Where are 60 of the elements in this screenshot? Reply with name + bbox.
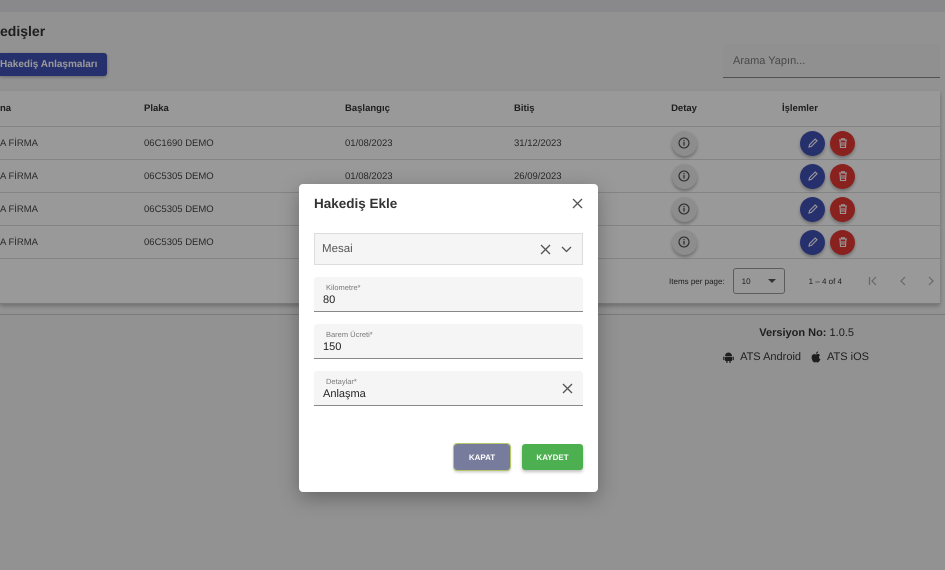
app-link[interactable]: ATS iOS	[811, 351, 869, 363]
app-link[interactable]: ATS Android	[723, 351, 802, 363]
column-header: Bitiş	[514, 103, 535, 114]
table-cell: A FİRMA	[0, 138, 38, 148]
page-size-select[interactable]: 10	[732, 268, 785, 294]
detail-button[interactable]	[672, 230, 696, 254]
page-size-label: Items per page:	[669, 276, 725, 286]
pencil-icon	[806, 236, 818, 248]
pencil-icon	[806, 170, 818, 182]
agreements-button[interactable]: Hakediş Anlaşmaları	[0, 53, 108, 76]
android-icon	[723, 351, 734, 363]
edit-button[interactable]	[800, 164, 825, 188]
column-header: Plaka	[144, 103, 169, 114]
info-icon	[678, 236, 690, 248]
edit-button[interactable]	[800, 130, 825, 156]
table-cell: 06C5305 DEMO	[144, 170, 214, 182]
page-title: edişler	[0, 23, 46, 41]
trash-icon	[836, 203, 848, 215]
clear-icon[interactable]	[562, 382, 573, 394]
table-cell: 06C5305 DEMO	[144, 236, 214, 248]
pencil-icon	[806, 203, 818, 215]
delete-button[interactable]	[830, 230, 855, 254]
delete-button[interactable]	[830, 164, 855, 188]
column-header: Detay	[671, 103, 697, 114]
detail-button[interactable]	[672, 196, 696, 222]
info-icon	[678, 203, 690, 215]
delete-button[interactable]	[830, 130, 855, 156]
column-header: Başlangıç	[345, 103, 390, 114]
dropdown-arrow-icon	[768, 279, 776, 283]
table-cell: A FİRMA	[0, 204, 38, 214]
edit-button[interactable]	[800, 196, 825, 222]
apple-icon	[811, 351, 822, 363]
table-cell: 01/08/2023	[345, 138, 393, 148]
pencil-icon	[806, 137, 818, 149]
trash-icon	[836, 236, 848, 248]
info-icon	[678, 137, 690, 149]
table-cell: 06C1690 DEMO	[144, 138, 214, 148]
type-select[interactable]: Mesai	[314, 233, 583, 265]
detail-button[interactable]	[672, 130, 696, 156]
page-range: 1 – 4 of 4	[808, 276, 842, 286]
table-cell: 31/12/2023	[514, 138, 562, 148]
table-cell: 01/08/2023	[345, 170, 393, 182]
trash-icon	[836, 137, 848, 149]
table-cell: A FİRMA	[0, 236, 38, 248]
dialog-title: Hakediş Ekle	[314, 196, 398, 210]
trash-icon	[836, 170, 848, 182]
version-text: Versiyon No: 1.0.5	[759, 327, 854, 339]
info-icon	[678, 170, 690, 182]
delete-button[interactable]	[830, 196, 855, 222]
chevron-down-icon[interactable]	[561, 246, 572, 252]
edit-button[interactable]	[800, 230, 825, 254]
close-button[interactable]: KAPAT	[454, 444, 510, 470]
table-cell: A FİRMA	[0, 170, 38, 182]
detail-button[interactable]	[672, 164, 696, 188]
table-cell: 06C5305 DEMO	[144, 204, 214, 214]
column-header: na	[0, 103, 12, 114]
table-cell: 26/09/2023	[514, 170, 562, 182]
clear-icon[interactable]	[540, 244, 551, 254]
column-header: İşlemler	[782, 103, 818, 114]
close-icon[interactable]	[572, 198, 583, 208]
